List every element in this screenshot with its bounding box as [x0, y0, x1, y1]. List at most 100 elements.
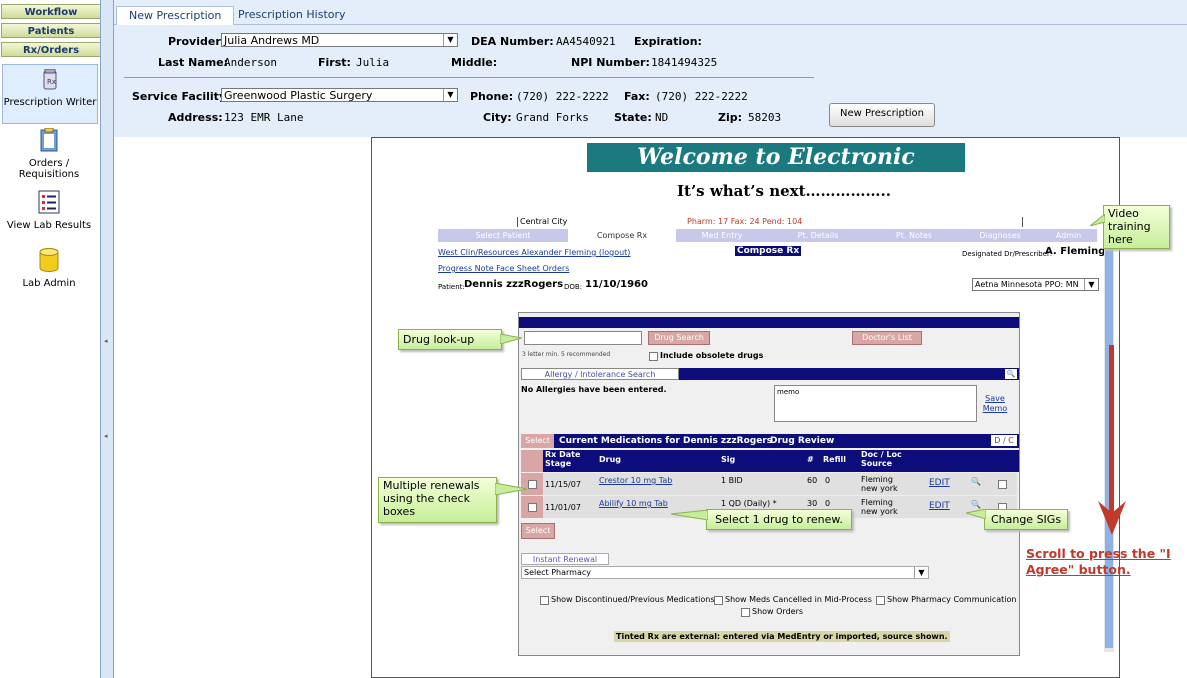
fax-value: (720) 222-2222 [655, 90, 748, 103]
col-drug: Drug [599, 455, 622, 464]
patient-tabs: Select Patient Compose Rx Med Entry Pt. … [438, 229, 1097, 242]
insurance-select[interactable]: Aetna Minnesota PPO: MN ▼ [972, 278, 1099, 291]
prescription-icon: Rx [43, 69, 57, 90]
magnifier-icon[interactable]: 🔍 [971, 477, 981, 486]
service-facility-value: Greenwood Plastic Surgery [224, 89, 373, 102]
chevron-down-icon: ▼ [443, 34, 457, 46]
new-prescription-button[interactable]: New Prescription [829, 103, 935, 127]
patient-name: Dennis zzzRogers [464, 279, 564, 290]
sidebar-item-lab-admin[interactable]: Lab Admin [2, 248, 96, 292]
patients-button[interactable]: Patients [1, 23, 101, 38]
tab-prescription-history[interactable]: Prescription History [226, 6, 358, 24]
database-icon [39, 248, 59, 272]
callout-pointer-icon [671, 510, 708, 520]
callout-video-training: Video training here [1103, 205, 1170, 249]
instant-renewal-tab[interactable]: Instant Renewal [521, 553, 609, 565]
tab-med-entry[interactable]: Med Entry [676, 229, 768, 242]
show-pharmacy-comm-checkbox[interactable] [876, 596, 885, 605]
quantity: 30 [807, 499, 818, 508]
magnifier-icon[interactable]: 🔍 [971, 500, 981, 509]
dc-checkbox[interactable] [998, 480, 1007, 489]
scroll-instruction: Scroll to press the "I Agree" button. [1026, 546, 1171, 577]
sidebar-item-orders[interactable]: Orders / Requisitions [2, 128, 96, 184]
note-links[interactable]: Progress Note Face Sheet Orders [438, 264, 569, 273]
drug-search-input[interactable] [524, 331, 642, 345]
drug-search-button[interactable]: Drug Search [648, 331, 710, 345]
drug-link[interactable]: Crestor 10 mg Tab [599, 476, 672, 485]
pharm-counts: Pharm: 17 Fax: 24 Pend: 104 [687, 217, 803, 226]
doc-source: Fleming new york [861, 475, 921, 493]
designated-name: A. Fleming [1045, 246, 1106, 257]
callout-drug-lookup: Drug look-up [398, 329, 502, 350]
workflow-button[interactable]: Workflow [1, 4, 101, 19]
edit-link[interactable]: EDIT [929, 501, 950, 511]
collapse-arrow-icon[interactable]: ◂ [104, 337, 109, 345]
patient-label: Patient: [438, 283, 465, 291]
npi-label: NPI Number: [571, 56, 650, 69]
pharmacy-select[interactable]: Select Pharmacy ▼ [521, 566, 929, 579]
select-button-bottom[interactable]: Select [521, 523, 555, 539]
show-discontinued-checkbox[interactable] [540, 596, 549, 605]
address-value: 123 EMR Lane [224, 111, 304, 124]
chevron-down-icon: ▼ [1084, 279, 1098, 290]
show-cancelled-checkbox[interactable] [714, 596, 723, 605]
clinic-links[interactable]: West Clin/Resources Alexander Fleming (l… [438, 248, 630, 257]
callout-change-sigs: Change SIGs [984, 509, 1068, 530]
scroll-down-arrow-icon [1098, 345, 1126, 535]
refill: 0 [825, 476, 831, 485]
row-checkbox[interactable] [528, 503, 537, 512]
sidebar-item-prescription-writer[interactable]: Rx Prescription Writer [2, 64, 98, 124]
tab-new-prescription[interactable]: New Prescription [116, 6, 235, 25]
phone-value: (720) 222-2222 [516, 90, 609, 103]
save-memo-link[interactable]: Save Memo [981, 394, 1009, 414]
memo-textarea[interactable]: memo [774, 385, 977, 422]
provider-value: Julia Andrews MD [224, 34, 320, 47]
drug-review-link[interactable]: Drug Review [770, 435, 834, 447]
compose-rx-label: Compose Rx [735, 246, 802, 256]
tab-pt-notes[interactable]: Pt. Notes [868, 229, 960, 242]
drug-link[interactable]: Abilify 10 mg Tab [599, 499, 668, 508]
first-name-label: First: [318, 56, 351, 69]
search-icon[interactable]: 🔍 [1005, 369, 1017, 379]
allergy-search-tab[interactable]: Allergy / Intolerance Search [521, 368, 679, 380]
tab-pt-details[interactable]: Pt. Details [768, 229, 868, 242]
provider-select[interactable]: Julia Andrews MD ▼ [221, 33, 458, 47]
current-meds-bar: Select Current Medications for Dennis zz… [521, 434, 1019, 448]
service-facility-select[interactable]: Greenwood Plastic Surgery ▼ [221, 88, 458, 102]
rx-orders-button[interactable]: Rx/Orders [1, 42, 101, 57]
splitter[interactable]: ◂ ◂ [100, 0, 114, 678]
collapse-arrow-icon[interactable]: ◂ [104, 432, 109, 440]
edit-link[interactable]: EDIT [929, 478, 950, 488]
first-name-value: Julia [356, 56, 390, 69]
tab-compose-rx[interactable]: Compose Rx [568, 229, 676, 242]
select-button[interactable]: Select [521, 434, 554, 448]
quantity: 60 [807, 476, 818, 485]
sidebar-item-label: View Lab Results [6, 220, 92, 231]
dob-value: 11/10/1960 [585, 279, 648, 290]
service-facility-label: Service Facility: [132, 90, 231, 103]
sig: 1 BID [721, 476, 743, 485]
sidebar-item-label: Lab Admin [22, 278, 76, 289]
memo-placeholder: memo [777, 388, 800, 396]
list-icon [38, 190, 60, 214]
tab-diagnoses[interactable]: Diagnoses [960, 229, 1040, 242]
dea-label: DEA Number: [471, 35, 554, 48]
rx-date: 11/01/07 [545, 503, 581, 512]
tab-select-patient[interactable]: Select Patient [438, 229, 568, 242]
show-orders-checkbox[interactable] [741, 608, 750, 617]
sidebar-item-label: Orders / Requisitions [18, 158, 80, 180]
col-num: # [807, 455, 814, 464]
row-checkbox[interactable] [528, 480, 537, 489]
doctors-list-button[interactable]: Doctor's List [852, 331, 922, 345]
chevron-down-icon: ▼ [914, 567, 928, 578]
include-obsolete-checkbox[interactable] [649, 352, 658, 361]
designated-label: Designated Dr/Prescriber: [962, 250, 1053, 258]
sig: 1 QD (Daily) * [721, 499, 777, 508]
sidebar-item-lab-results[interactable]: View Lab Results [2, 190, 96, 234]
dob-label: DOB: [564, 283, 583, 291]
phone-label: Phone: [470, 90, 514, 103]
dc-button[interactable]: D / C [991, 435, 1017, 446]
callout-pointer-icon [495, 483, 527, 495]
zip-value: 58203 [748, 111, 782, 124]
tab-admin[interactable]: Admin [1040, 229, 1097, 242]
